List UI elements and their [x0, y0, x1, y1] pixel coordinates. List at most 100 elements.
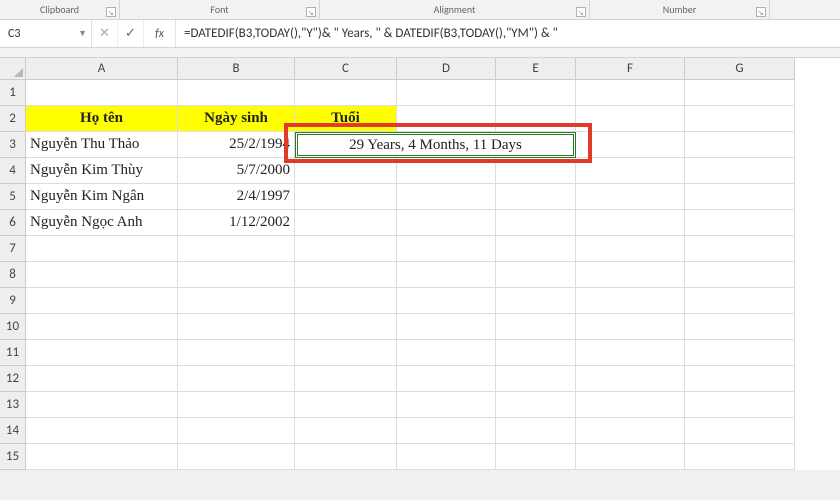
cell[interactable] [576, 132, 685, 158]
cell[interactable] [26, 366, 178, 392]
cell[interactable] [397, 236, 496, 262]
cell[interactable] [496, 392, 576, 418]
cell[interactable] [685, 340, 795, 366]
select-all-corner[interactable] [0, 58, 26, 80]
cell[interactable] [576, 444, 685, 470]
cell[interactable] [685, 418, 795, 444]
row-header[interactable]: 2 [0, 106, 26, 132]
formula-input[interactable]: =DATEDIF(B3,TODAY(),"Y")& " Years, " & D… [176, 20, 840, 47]
cell[interactable] [295, 236, 397, 262]
cell[interactable] [496, 418, 576, 444]
cell[interactable] [26, 418, 178, 444]
cell[interactable] [178, 80, 295, 106]
cell[interactable] [295, 444, 397, 470]
cell[interactable] [576, 366, 685, 392]
cell[interactable] [397, 210, 496, 236]
cell[interactable] [397, 288, 496, 314]
row-header[interactable]: 14 [0, 418, 26, 444]
cell[interactable] [496, 262, 576, 288]
cell[interactable] [397, 444, 496, 470]
row-header[interactable]: 10 [0, 314, 26, 340]
cell[interactable] [685, 366, 795, 392]
row-header[interactable]: 1 [0, 80, 26, 106]
cell[interactable] [576, 392, 685, 418]
cell[interactable] [685, 314, 795, 340]
cell-dob[interactable]: 1/12/2002 [178, 210, 295, 236]
cell[interactable] [26, 340, 178, 366]
cell[interactable] [685, 392, 795, 418]
cell-name[interactable]: Nguyễn Thu Thảo [26, 132, 178, 158]
cell[interactable] [178, 340, 295, 366]
cell[interactable] [397, 418, 496, 444]
cell[interactable] [295, 80, 397, 106]
cell[interactable] [295, 340, 397, 366]
cell[interactable] [685, 132, 795, 158]
cell-dob[interactable]: 25/2/1994 [178, 132, 295, 158]
cell[interactable] [496, 314, 576, 340]
cell[interactable] [178, 262, 295, 288]
cell[interactable] [685, 184, 795, 210]
dialog-launcher-icon[interactable]: ↘ [306, 7, 316, 17]
cell[interactable] [397, 262, 496, 288]
cell[interactable] [685, 158, 795, 184]
cell[interactable] [295, 262, 397, 288]
cell[interactable] [576, 158, 685, 184]
cell[interactable] [397, 184, 496, 210]
cell[interactable] [496, 106, 576, 132]
cell[interactable] [26, 236, 178, 262]
cell[interactable] [295, 158, 397, 184]
cell-name[interactable]: Nguyễn Kim Ngân [26, 184, 178, 210]
cell[interactable] [576, 288, 685, 314]
cell[interactable] [576, 340, 685, 366]
cancel-formula-button[interactable]: ✕ [92, 20, 118, 47]
cell[interactable] [576, 314, 685, 340]
cell[interactable] [295, 418, 397, 444]
dialog-launcher-icon[interactable]: ↘ [106, 7, 116, 17]
row-header[interactable]: 4 [0, 158, 26, 184]
cell[interactable] [576, 236, 685, 262]
row-header[interactable]: 3 [0, 132, 26, 158]
cell[interactable] [178, 366, 295, 392]
cell-dob[interactable]: 5/7/2000 [178, 158, 295, 184]
cell-name[interactable]: Nguyễn Kim Thùy [26, 158, 178, 184]
cell[interactable] [496, 210, 576, 236]
cell[interactable] [496, 80, 576, 106]
cell[interactable] [295, 392, 397, 418]
row-header[interactable]: 5 [0, 184, 26, 210]
cell[interactable] [178, 288, 295, 314]
cell[interactable] [397, 106, 496, 132]
cell[interactable] [178, 418, 295, 444]
cell[interactable] [397, 158, 496, 184]
cell[interactable] [178, 314, 295, 340]
cell[interactable] [685, 262, 795, 288]
cell[interactable] [295, 184, 397, 210]
cell[interactable] [26, 288, 178, 314]
cell[interactable] [178, 444, 295, 470]
row-header[interactable]: 13 [0, 392, 26, 418]
cell[interactable] [397, 314, 496, 340]
cell-name[interactable]: Nguyễn Ngọc Anh [26, 210, 178, 236]
cell[interactable] [178, 236, 295, 262]
cell[interactable] [496, 184, 576, 210]
cell[interactable] [685, 444, 795, 470]
accept-formula-button[interactable]: ✓ [118, 20, 144, 47]
cell[interactable] [178, 392, 295, 418]
dialog-launcher-icon[interactable]: ↘ [576, 7, 586, 17]
cell[interactable] [685, 288, 795, 314]
cell[interactable] [496, 340, 576, 366]
dialog-launcher-icon[interactable]: ↘ [756, 7, 766, 17]
cell[interactable] [576, 106, 685, 132]
cell[interactable] [295, 288, 397, 314]
row-header[interactable]: 7 [0, 236, 26, 262]
cell[interactable] [397, 366, 496, 392]
cell-age-active[interactable]: 29 Years, 4 Months, 11 Days [295, 132, 576, 158]
col-header[interactable]: E [496, 58, 576, 80]
col-header[interactable]: D [397, 58, 496, 80]
header-name[interactable]: Họ tên [26, 106, 178, 132]
cell[interactable] [397, 392, 496, 418]
header-age[interactable]: Tuổi [295, 106, 397, 132]
cell-dob[interactable]: 2/4/1997 [178, 184, 295, 210]
cell[interactable] [576, 262, 685, 288]
col-header[interactable]: B [178, 58, 295, 80]
cell[interactable] [295, 314, 397, 340]
